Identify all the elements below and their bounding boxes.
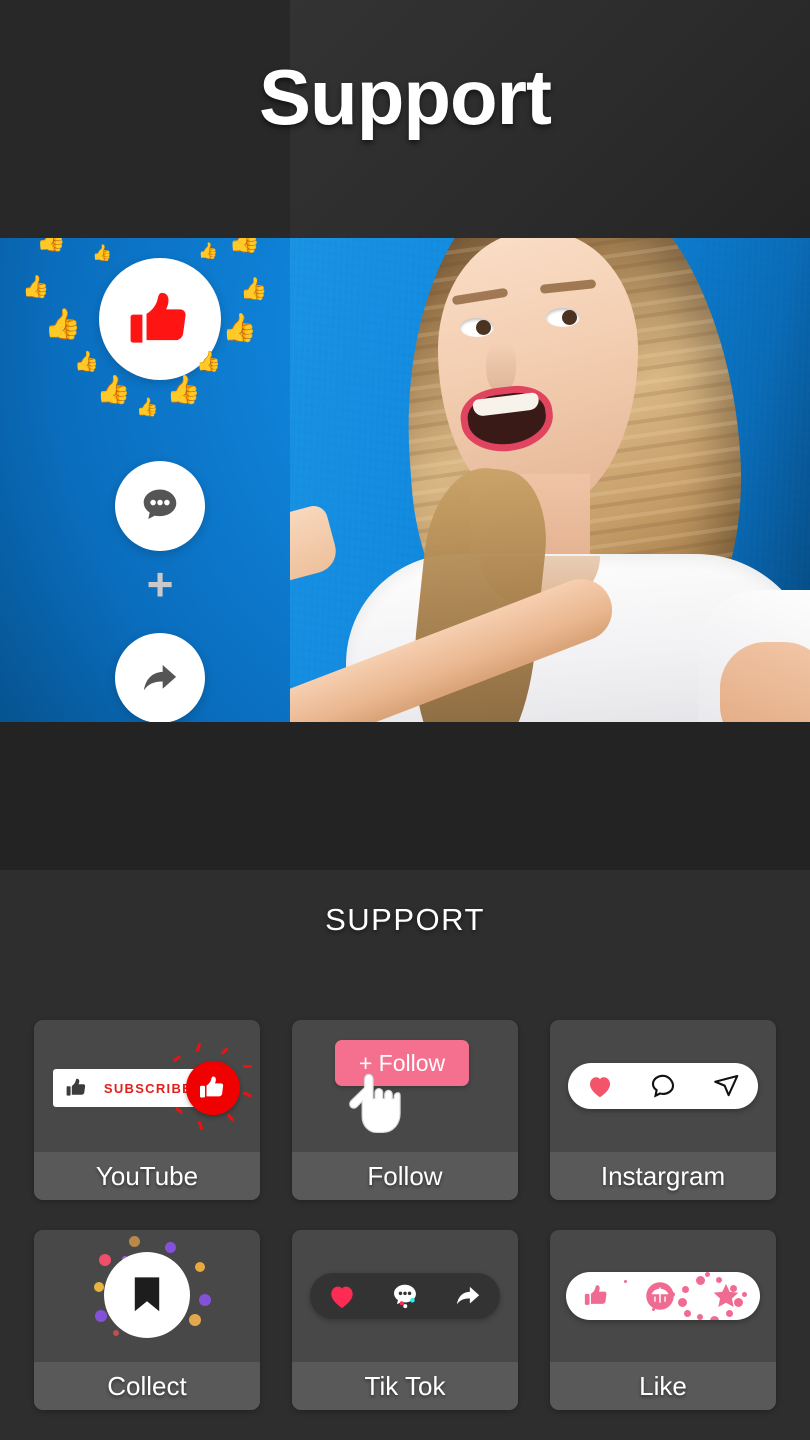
bookmark-icon xyxy=(134,1277,160,1312)
card-label: Tik Tok xyxy=(292,1362,518,1410)
sparkle-dot xyxy=(742,1292,747,1297)
star-icon[interactable] xyxy=(709,1279,743,1313)
support-card-instargram[interactable]: Instargram xyxy=(550,1020,776,1200)
sparkle-dot xyxy=(734,1298,743,1307)
thumbs-up-icon xyxy=(200,1076,224,1098)
model-arm-right xyxy=(720,642,810,722)
hero-banner: 👍 👍 👍 👍 👍 👍 👍 👍 👍 👍 👍 👍 👍 👍 👍 👍 xyxy=(0,238,810,722)
support-card-tiktok[interactable]: Tik Tok xyxy=(292,1230,518,1410)
model-nose xyxy=(486,342,516,394)
support-card-youtube[interactable]: SUBSCRIBE YouTube xyxy=(34,1020,260,1200)
confetti-dot xyxy=(99,1254,111,1266)
thumbs-up-icon[interactable] xyxy=(583,1282,611,1310)
app-screen: Support 👍 👍 👍 👍 👍 👍 👍 👍 👍 👍 👍 👍 👍 + SUPP… xyxy=(0,0,810,1440)
youtube-art: SUBSCRIBE xyxy=(34,1020,260,1152)
card-label: Like xyxy=(550,1362,776,1410)
card-label: Instargram xyxy=(550,1152,776,1200)
sparkle-dot xyxy=(624,1280,627,1283)
tiktok-art xyxy=(292,1230,518,1362)
support-card-like[interactable]: Like xyxy=(550,1230,776,1410)
sparkle-dot xyxy=(670,1292,675,1297)
confetti-dot xyxy=(113,1330,119,1336)
model-pupil-right xyxy=(562,310,577,325)
share-arrow-icon xyxy=(143,664,177,691)
instagram-action-bar[interactable] xyxy=(568,1063,758,1109)
sparkle-dot xyxy=(716,1277,722,1283)
comment-dots-icon xyxy=(143,489,177,520)
sparkle-dot xyxy=(696,1276,705,1285)
heart-icon[interactable] xyxy=(326,1280,358,1312)
confetti-dot xyxy=(195,1262,205,1272)
youtube-like-badge[interactable] xyxy=(186,1061,240,1115)
sparkle-dot xyxy=(652,1308,655,1311)
sparkle-dot xyxy=(730,1285,737,1292)
sparkle-dot xyxy=(678,1298,687,1307)
send-paper-plane-icon[interactable] xyxy=(711,1071,741,1101)
hero-plus-icon[interactable]: + xyxy=(142,561,178,607)
collect-art xyxy=(34,1230,260,1362)
header-bar: Support xyxy=(0,0,810,238)
card-label: Follow xyxy=(292,1152,518,1200)
hero-photo xyxy=(290,238,810,722)
support-card-collect[interactable]: Collect xyxy=(34,1230,260,1410)
thumbs-up-icon xyxy=(66,1078,86,1096)
share-arrow-icon[interactable] xyxy=(452,1280,484,1312)
like-art xyxy=(550,1230,776,1362)
support-card-grid: SUBSCRIBE YouTube + Follow Follow Instar… xyxy=(34,1020,776,1410)
confetti-dot xyxy=(189,1314,201,1326)
follow-art: + Follow xyxy=(292,1020,518,1152)
thumbs-up-icon xyxy=(130,292,186,343)
hero-comment-button[interactable] xyxy=(115,461,205,551)
page-title: Support xyxy=(259,53,552,141)
heart-icon[interactable] xyxy=(585,1071,615,1101)
confetti-dot xyxy=(199,1294,211,1306)
sparkle-dot xyxy=(710,1316,719,1320)
support-panel: SUPPORT SUBSCRIBE YouTube + Follow Follo… xyxy=(0,870,810,1440)
confetti-dot xyxy=(129,1236,140,1247)
confetti-dot xyxy=(95,1310,107,1322)
pointing-hand-cursor-icon xyxy=(349,1073,401,1134)
comment-bubble-icon[interactable] xyxy=(648,1071,678,1101)
card-label: Collect xyxy=(34,1362,260,1410)
sparkle-dot xyxy=(705,1272,710,1277)
sparkle-dot xyxy=(697,1314,703,1320)
model-pupil-left xyxy=(476,320,491,335)
confetti-dot xyxy=(94,1282,104,1292)
hero-like-button[interactable] xyxy=(99,258,221,380)
panel-title: SUPPORT xyxy=(325,902,485,937)
sparkle-dot xyxy=(726,1310,733,1317)
confetti-dot xyxy=(165,1242,176,1253)
sparkle-dot xyxy=(684,1310,691,1317)
instagram-art xyxy=(550,1020,776,1152)
like-action-bar[interactable] xyxy=(566,1272,760,1320)
collect-bookmark-button[interactable] xyxy=(104,1252,190,1338)
hero-social-overlay: 👍 👍 👍 👍 👍 👍 👍 👍 👍 👍 👍 👍 👍 👍 👍 👍 xyxy=(0,238,330,722)
card-label: YouTube xyxy=(34,1152,260,1200)
tiktok-action-bar[interactable] xyxy=(310,1273,500,1319)
sparkle-dot xyxy=(682,1286,689,1293)
hero-panel-divider xyxy=(0,722,810,870)
hero-share-button[interactable] xyxy=(115,633,205,722)
support-card-follow[interactable]: + Follow Follow xyxy=(292,1020,518,1200)
comment-dots-icon[interactable] xyxy=(389,1280,421,1312)
